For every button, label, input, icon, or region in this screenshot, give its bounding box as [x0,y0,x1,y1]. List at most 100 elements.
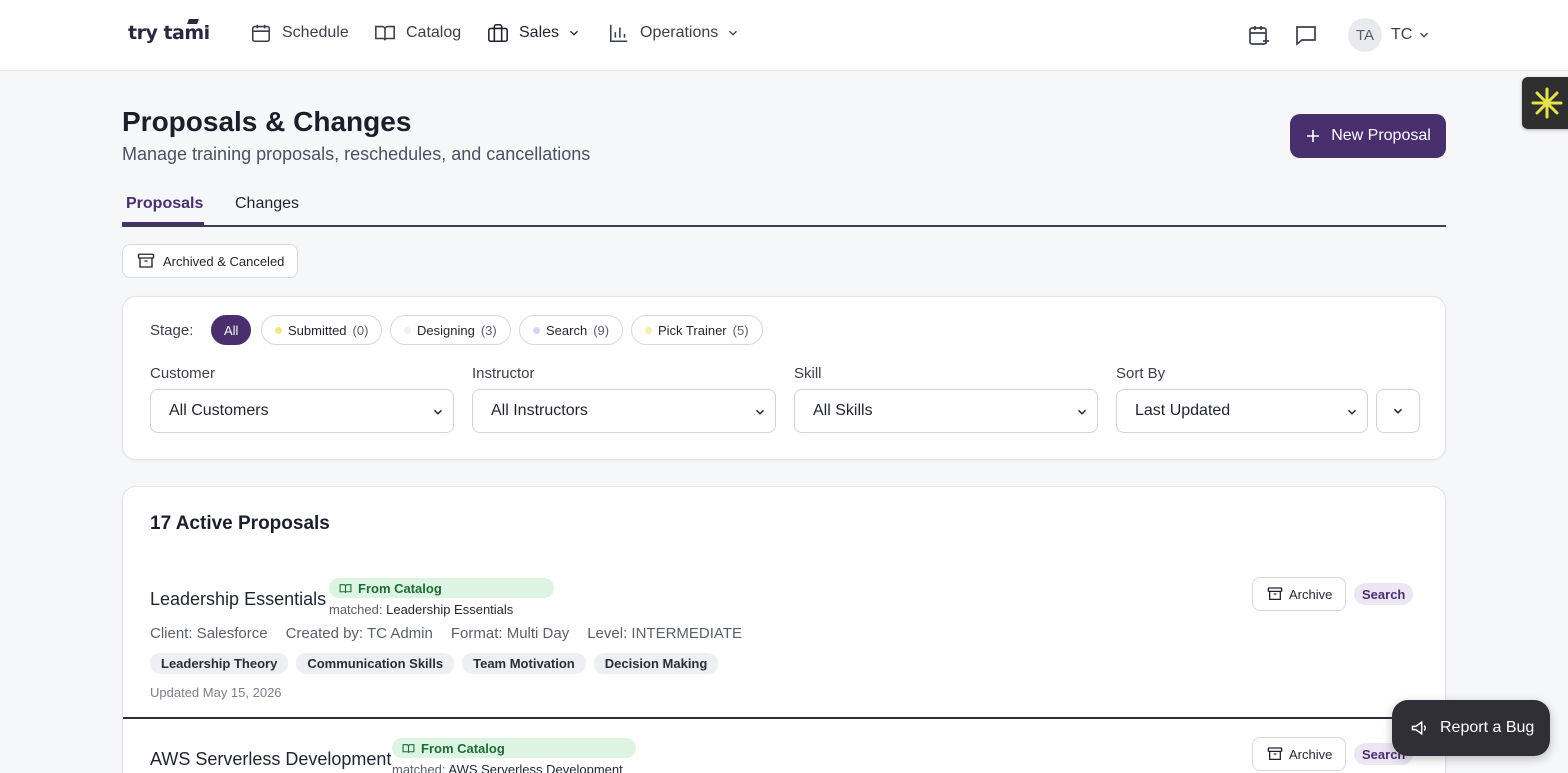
briefcase-icon [488,23,508,43]
page-subtitle: Manage training proposals, reschedules, … [122,144,591,164]
select-value: All Skills [813,402,873,419]
archived-canceled-button[interactable]: Archived & Canceled [122,244,298,278]
client-text: Client: Salesforce [150,625,268,642]
pill-count: (3) [480,322,497,338]
new-proposal-button[interactable]: New Proposal [1290,114,1446,158]
calendar-icon [251,24,271,43]
tab-proposals[interactable]: Proposals [126,195,203,213]
nav-label: Operations [640,24,719,41]
instructor-select[interactable]: All Instructors [472,389,776,433]
bar-chart-icon [609,24,628,43]
matched-value: Leadership Essentials [386,602,514,617]
stage-filter-all[interactable]: All [211,315,252,345]
proposal-name[interactable]: Leadership Essentials [150,589,326,610]
matched-text: matched: AWS Serverless Development [392,762,623,773]
created-by-text: Created by: TC Admin [285,625,433,642]
archive-icon [1267,587,1283,600]
stage-filter-submitted[interactable]: Submitted (0) [261,315,383,345]
skill-label: Skill [794,365,822,382]
tab-bar: Proposals Changes [122,184,1446,227]
page-title: Proposals & Changes [122,106,412,137]
message-icon[interactable] [1294,23,1318,47]
nav-item-sales[interactable]: Sales [487,22,581,44]
matched-prefix: matched: [329,602,383,617]
skill-tag: Leadership Theory [150,653,289,674]
skill-tag: Decision Making [593,653,719,674]
chevron-down-icon [729,30,738,36]
archive-button[interactable]: Archive [1252,737,1346,771]
skill-tags: Leadership Theory Communication Skills T… [150,653,719,674]
select-value: All Customers [169,402,269,419]
sparkle-icon [1531,87,1563,119]
status-dot [645,326,652,334]
tab-changes[interactable]: Changes [235,195,299,213]
status-dot [404,326,411,334]
from-catalog-badge: From Catalog [392,738,636,758]
filter-panel: Stage: All Submitted (0) Designing (3) S… [122,296,1446,460]
nav-item-operations[interactable]: Operations [608,22,740,44]
book-icon [339,583,352,593]
proposals-list: 17 Active Proposals Leadership Essential… [122,486,1446,773]
matched-prefix: matched: [392,762,446,773]
select-value: Last Updated [1135,402,1231,419]
nav-label: Schedule [282,24,349,41]
instructor-label: Instructor [472,365,535,382]
stage-filter-search[interactable]: Search (9) [519,315,624,345]
nav-label: Catalog [406,24,462,41]
nav-item-schedule[interactable]: Schedule [250,22,349,44]
pill-count: (0) [352,322,369,338]
calendar-plus-icon[interactable] [1247,23,1271,47]
chevron-down-icon [434,409,442,415]
chevron-down-icon[interactable] [1417,28,1431,42]
select-value: All Instructors [491,402,588,419]
nav-label: Sales [519,24,560,41]
skill-tag: Communication Skills [296,653,455,674]
megaphone-icon [1411,720,1427,736]
avatar[interactable]: TA [1348,18,1382,52]
chevron-down-icon [1078,409,1086,415]
pill-count: (9) [593,322,610,338]
customer-select[interactable]: All Customers [150,389,454,433]
badge-label: From Catalog [421,740,505,756]
pill-count: (5) [732,322,749,338]
skill-select[interactable]: All Skills [794,389,1098,433]
pill-label: Search [546,322,588,338]
row-divider [123,717,1445,719]
stage-label: Stage: [150,322,194,339]
matched-text: matched: Leadership Essentials [329,602,513,617]
pill-label: Pick Trainer [658,322,727,338]
level-text: Level: INTERMEDIATE [587,625,742,642]
stage-filter-designing[interactable]: Designing (3) [390,315,511,345]
chevron-down-icon [1393,408,1403,414]
pill-label: All [224,322,239,338]
plus-icon [1307,130,1320,142]
user-menu-label[interactable]: TC [1391,26,1412,44]
stage-filter-pick-trainer[interactable]: Pick Trainer (5) [631,315,763,345]
sort-select[interactable]: Last Updated [1116,389,1368,433]
archive-button[interactable]: Archive [1252,577,1346,611]
book-icon [402,743,415,753]
archive-icon [1267,747,1283,760]
button-label: Archive [1289,586,1333,602]
sort-direction-button[interactable] [1376,389,1420,433]
stage-badge: Search [1354,583,1414,605]
proposal-name[interactable]: AWS Serverless Development [150,749,391,770]
list-title: 17 Active Proposals [150,513,330,534]
assistant-widget[interactable] [1522,77,1568,129]
app-logo[interactable]: try tami [128,19,210,44]
button-label: Archived & Canceled [163,253,285,269]
report-bug-button[interactable]: Report a Bug [1392,700,1550,756]
button-label: Archive [1289,746,1333,762]
status-dot [533,326,540,334]
from-catalog-badge: From Catalog [329,578,554,598]
button-label: Report a Bug [1440,719,1535,736]
archive-icon [137,253,155,268]
updated-timestamp: Updated May 15, 2026 [150,685,282,700]
badge-label: From Catalog [358,580,442,596]
format-text: Format: Multi Day [450,625,570,642]
proposal-meta: Client: Salesforce Created by: TC Admin … [150,625,742,642]
pill-label: Submitted [288,322,347,338]
skill-tag: Team Motivation [462,653,586,674]
nav-item-catalog[interactable]: Catalog [374,22,461,44]
active-tab-indicator [122,222,204,225]
